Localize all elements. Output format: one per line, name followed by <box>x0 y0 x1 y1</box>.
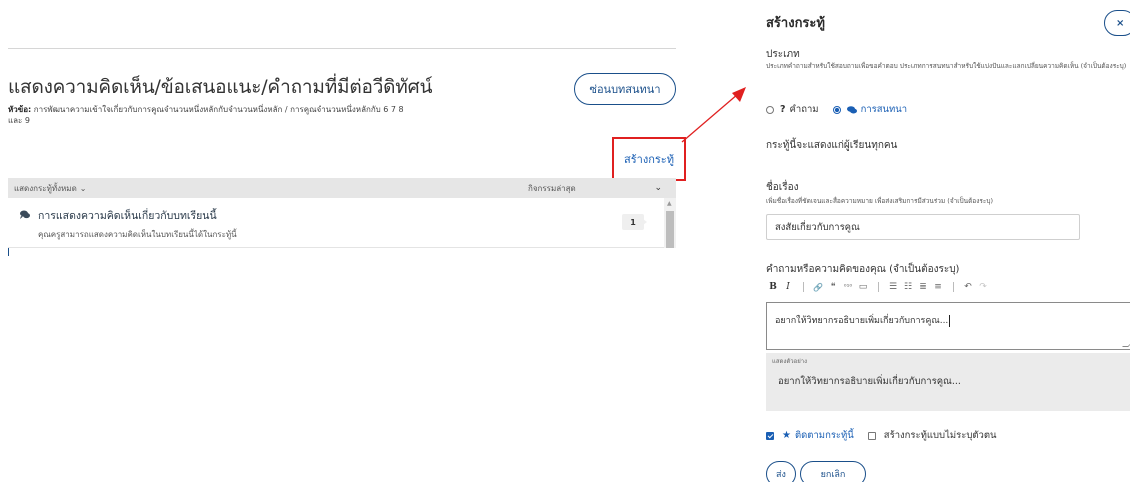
redo-icon[interactable]: ↷ <box>976 281 990 293</box>
post-type-group: ? คำถาม การสนทนา <box>766 102 921 117</box>
italic-button[interactable]: I <box>781 281 795 293</box>
chevron-down-icon: ⌄ <box>79 183 87 193</box>
thread-filter-label: แสดงกระทู้ทั้งหมด <box>14 183 77 193</box>
thread-filter[interactable]: แสดงกระทู้ทั้งหมด ⌄ <box>14 182 86 195</box>
heading-icon[interactable]: ≣ <box>916 281 930 293</box>
resize-handle[interactable] <box>1122 341 1130 347</box>
bold-button[interactable]: B <box>766 281 780 293</box>
divider <box>8 48 676 49</box>
response-count-badge: 1 <box>622 214 647 230</box>
sort-label[interactable]: กิจกรรมล่าสุด <box>528 182 576 195</box>
type-question-option[interactable]: ? คำถาม <box>766 102 819 117</box>
topic-label: หัวข้อ: <box>8 105 32 114</box>
discussion-label: การสนทนา <box>860 104 908 115</box>
body-editor-text: อยากให้วิทยากรอธิบายเพิ่มเกี่ยวกับการคูณ… <box>775 316 949 326</box>
submit-button[interactable]: ส่ง <box>766 461 796 482</box>
hide-discussion-button[interactable]: ซ่อนบทสนทนา <box>574 73 676 105</box>
close-icon: × <box>1116 17 1125 29</box>
follow-label[interactable]: ติดตามกระทู้นี้ <box>795 428 854 443</box>
follow-checkbox[interactable] <box>766 431 774 440</box>
toolbar-divider <box>803 282 804 292</box>
bullet-list-icon[interactable]: ☷ <box>901 281 915 293</box>
type-discussion-option[interactable]: การสนทนา <box>832 102 908 117</box>
visibility-text: กระทู้นี้จะแสดงแก่ผู้เรียนทุกคน <box>766 140 898 151</box>
preview-panel: แสดงตัวอย่าง อยากให้วิทยากรอธิบายเพิ่มเก… <box>766 353 1130 411</box>
type-help-text: ประเภทคำถามสำหรับใช้สอบถามเพื่อขอคำตอบ ป… <box>766 62 1127 70</box>
discussion-icon <box>20 210 30 219</box>
discussion-icon <box>846 105 857 113</box>
toolbar-divider <box>878 282 879 292</box>
question-radio[interactable] <box>766 105 774 114</box>
subject-label: ชื่อเรื่อง <box>766 182 799 193</box>
create-post-link[interactable]: สร้างกระทู้ <box>612 137 686 181</box>
create-post-label: สร้างกระทู้ <box>624 153 674 166</box>
horizontal-rule-icon[interactable]: ≡ <box>931 281 945 293</box>
preview-label: แสดงตัวอย่าง <box>772 358 808 365</box>
thread-title[interactable]: การแสดงความคิดเห็นเกี่ยวกับบทเรียนนี้ <box>38 207 217 224</box>
body-label: คำถามหรือความคิดของคุณ (จำเป็นต้องระบุ) <box>766 264 960 275</box>
chevron-down-icon[interactable]: ⌄ <box>654 183 662 193</box>
subject-help-text: เพิ่มชื่อเรื่องที่ชัดเจนและสื่อความหมาย … <box>766 197 994 205</box>
subject-input[interactable]: สงสัยเกี่ยวกับการคูณ <box>766 214 1080 240</box>
anonymous-checkbox[interactable] <box>867 431 876 440</box>
image-icon[interactable]: ▭ <box>856 281 870 293</box>
anonymous-label[interactable]: สร้างกระทู้แบบไม่ระบุตัวตน <box>884 428 997 443</box>
type-label: ประเภท <box>766 49 800 60</box>
annotation-arrow <box>681 87 746 143</box>
form-title: สร้างกระทู้ <box>766 16 825 31</box>
text-caret <box>949 314 951 327</box>
link-icon[interactable]: 🔗 <box>811 281 825 293</box>
close-button[interactable]: × <box>1104 10 1130 36</box>
discussion-radio[interactable] <box>832 105 841 114</box>
thread-subtitle: คุณครูสามารถแสดงความคิดเห็นในบทเรียนนี้ไ… <box>38 230 237 239</box>
undo-icon[interactable]: ↶ <box>961 281 975 293</box>
body-editor[interactable]: อยากให้วิทยากรอธิบายเพิ่มเกี่ยวกับการคูณ… <box>766 302 1130 350</box>
thread-row[interactable]: การแสดงความคิดเห็นเกี่ยวกับบทเรียนนี้ คุ… <box>8 198 664 248</box>
code-icon[interactable]: ⁰¹⁰ <box>841 281 855 293</box>
cancel-button[interactable]: ยกเลิก <box>800 461 866 482</box>
page-title: แสดงความคิดเห็น/ข้อเสนอแนะ/คำถามที่มีต่อ… <box>8 76 433 98</box>
thread-list-header: แสดงกระทู้ทั้งหมด ⌄ กิจกรรมล่าสุด ⌄ <box>8 178 676 198</box>
post-options: ★ ติดตามกระทู้นี้ สร้างกระทู้แบบไม่ระบุต… <box>766 428 997 443</box>
thread-list-scrollbar[interactable]: ▲ <box>664 198 676 248</box>
question-label: คำถาม <box>789 104 819 115</box>
quote-icon[interactable]: ❝ <box>826 281 840 293</box>
star-icon: ★ <box>782 430 791 441</box>
editor-toolbar: B I 🔗 ❝ ⁰¹⁰ ▭ ☰ ☷ ≣ ≡ ↶ ↷ <box>766 281 991 293</box>
toolbar-divider <box>953 282 954 292</box>
scrollbar-thumb[interactable] <box>666 211 674 248</box>
scroll-up-icon[interactable]: ▲ <box>667 201 672 207</box>
topic-text: การพัฒนาความเข้าใจเกี่ยวกับการคูณจำนวนหน… <box>8 105 404 125</box>
numbered-list-icon[interactable]: ☰ <box>886 281 900 293</box>
question-icon: ? <box>780 104 786 115</box>
divider <box>8 248 9 256</box>
preview-text: อยากให้วิทยากรอธิบายเพิ่มเกี่ยวกับการคูณ… <box>778 376 961 387</box>
topic-line: หัวข้อ: การพัฒนาความเข้าใจเกี่ยวกับการคู… <box>8 104 408 126</box>
